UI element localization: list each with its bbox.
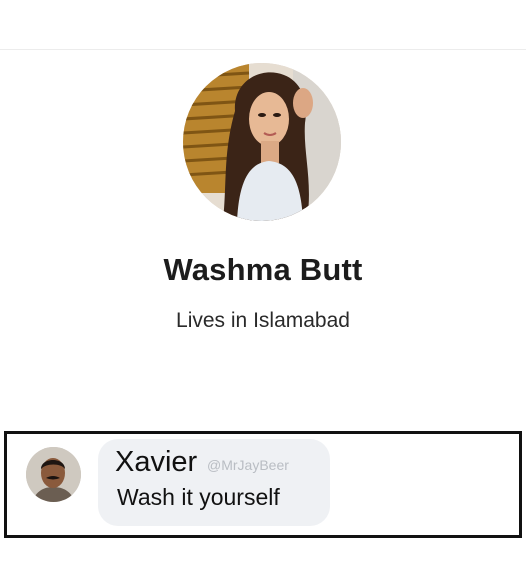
profile-avatar[interactable] [183,63,341,221]
profile-name[interactable]: Washma Butt [0,252,526,288]
comment-bubble: Xavier @MrJayBeer Wash it yourself [98,439,330,526]
commenter-photo-icon [26,447,81,502]
comment-author-handle: @MrJayBeer [207,457,289,473]
comment-text: Wash it yourself [117,484,280,510]
profile-photo-icon [183,63,341,221]
comment-author-name[interactable]: Xavier [115,446,197,479]
top-divider [0,49,526,50]
profile-location: Lives in Islamabad [176,309,350,332]
comment-highlight-frame: Xavier @MrJayBeer Wash it yourself [4,431,522,538]
commenter-avatar[interactable] [26,447,81,502]
